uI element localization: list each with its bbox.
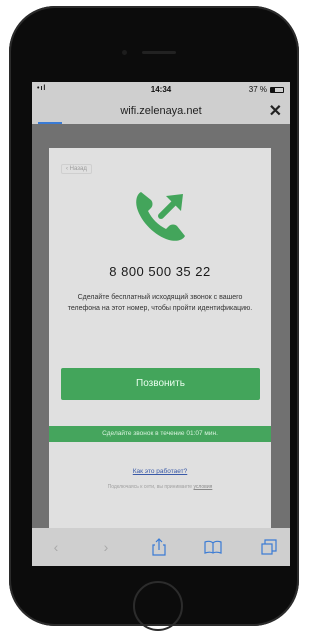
- battery-percentage: 37 %: [248, 85, 267, 94]
- screen: •ıl 14:34 37 % wifi.zelenaya.net ✕ ‹ Наз…: [32, 82, 290, 566]
- call-button[interactable]: Позвонить: [61, 368, 260, 400]
- battery-icon: [270, 86, 284, 93]
- call-timer-banner: Сделайте звонок в течение 01:07 мин.: [49, 426, 271, 442]
- browser-toolbar: ‹ ›: [32, 528, 290, 566]
- terms-notice: Подключаясь к сети, вы принимаете услови…: [49, 484, 271, 490]
- earpiece: [142, 51, 176, 54]
- home-button[interactable]: [133, 581, 183, 631]
- bookmarks-icon[interactable]: [203, 537, 223, 557]
- portal-card: ‹ Назад 8 800 500 35 22 Сделайте бесплат…: [49, 148, 271, 530]
- tabs-icon[interactable]: [259, 537, 279, 557]
- phone-outgoing-icon: [136, 192, 185, 241]
- how-it-works-link[interactable]: Как это работает?: [49, 468, 271, 475]
- close-button[interactable]: ✕: [269, 101, 282, 121]
- status-bar: •ıl 14:34 37 %: [32, 82, 290, 98]
- phone-number: 8 800 500 35 22: [109, 264, 211, 279]
- terms-link[interactable]: условия: [193, 484, 212, 490]
- instructions-text: Сделайте бесплатный исходящий звонок с в…: [67, 294, 253, 312]
- address-bar[interactable]: wifi.zelenaya.net ✕: [32, 98, 290, 124]
- load-progress-bar: [38, 122, 62, 124]
- url-text[interactable]: wifi.zelenaya.net: [32, 105, 290, 117]
- back-button[interactable]: ‹: [46, 537, 66, 557]
- forward-button[interactable]: ›: [96, 537, 116, 557]
- front-camera: [122, 50, 127, 55]
- back-link[interactable]: ‹ Назад: [61, 164, 92, 174]
- terms-text: Подключаясь к сети, вы принимаете: [107, 484, 193, 490]
- share-icon[interactable]: [149, 537, 169, 557]
- battery-status: 37 %: [249, 85, 284, 94]
